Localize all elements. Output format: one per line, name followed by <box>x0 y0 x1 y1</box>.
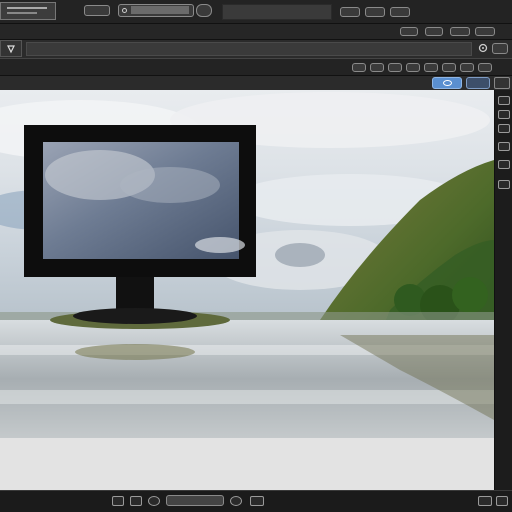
title-field <box>222 4 332 20</box>
tool-options-button[interactable] <box>492 43 508 54</box>
toolbar-tab-1[interactable] <box>84 5 110 16</box>
timeline-icon[interactable] <box>250 496 264 506</box>
search-value <box>131 6 189 14</box>
options-button-3[interactable] <box>450 27 470 36</box>
active-view-toggle[interactable] <box>432 77 462 89</box>
workspace-background <box>0 438 494 490</box>
properties-icon[interactable] <box>498 180 510 189</box>
layers-icon[interactable] <box>498 96 510 105</box>
paths-icon[interactable] <box>498 160 510 169</box>
zoom-out-icon[interactable] <box>148 496 160 506</box>
status-button-right-2[interactable] <box>496 496 508 506</box>
settings-icon[interactable] <box>478 43 488 53</box>
adjustments-icon[interactable] <box>498 110 510 119</box>
options-button-4[interactable] <box>475 27 495 36</box>
app-menu-lines-icon-2 <box>7 12 37 14</box>
options-bar <box>0 24 512 40</box>
options-button-1[interactable] <box>400 27 418 36</box>
zoom-in-icon[interactable] <box>230 496 242 506</box>
panel-button-2[interactable] <box>370 63 384 72</box>
zoom-value-field[interactable] <box>166 495 224 506</box>
view-toggle-2[interactable] <box>466 77 490 89</box>
window-button-1[interactable] <box>340 7 360 17</box>
panel-button-7[interactable] <box>460 63 474 72</box>
window-button-2[interactable] <box>365 7 385 17</box>
panel-button-6[interactable] <box>442 63 456 72</box>
panel-button-3[interactable] <box>388 63 402 72</box>
status-button-right-1[interactable] <box>478 496 492 506</box>
document-canvas[interactable] <box>0 90 494 438</box>
dropdown-arrow-icon <box>7 45 15 54</box>
app-menu-lines-icon <box>7 7 47 9</box>
panel-button-5[interactable] <box>424 63 438 72</box>
window-button-3[interactable] <box>390 7 410 17</box>
status-bar <box>0 490 512 512</box>
record-icon[interactable] <box>130 496 142 506</box>
title-bar <box>0 0 512 24</box>
play-icon[interactable] <box>112 496 124 506</box>
options-button-2[interactable] <box>425 27 443 36</box>
view-toggle-3[interactable] <box>494 77 510 89</box>
panel-button-4[interactable] <box>406 63 420 72</box>
document-tab-strip <box>0 76 512 90</box>
panel-button-1[interactable] <box>352 63 366 72</box>
landscape-photo <box>0 90 494 438</box>
search-icon <box>122 8 127 13</box>
toolbar-search[interactable] <box>118 4 194 17</box>
panel-bar <box>0 58 512 76</box>
monitor-stand <box>116 277 154 309</box>
app-menu-button[interactable] <box>0 2 56 20</box>
tool-value-field[interactable] <box>26 42 472 56</box>
tool-preset-picker[interactable] <box>0 40 22 57</box>
tool-options-row <box>0 40 512 58</box>
channels-icon[interactable] <box>498 142 510 151</box>
monitor-base <box>73 308 197 324</box>
toolbar-tab-2[interactable] <box>196 4 212 17</box>
eye-icon <box>443 80 452 86</box>
panel-button-8[interactable] <box>478 63 492 72</box>
right-tool-column <box>494 90 512 494</box>
history-icon[interactable] <box>498 124 510 133</box>
